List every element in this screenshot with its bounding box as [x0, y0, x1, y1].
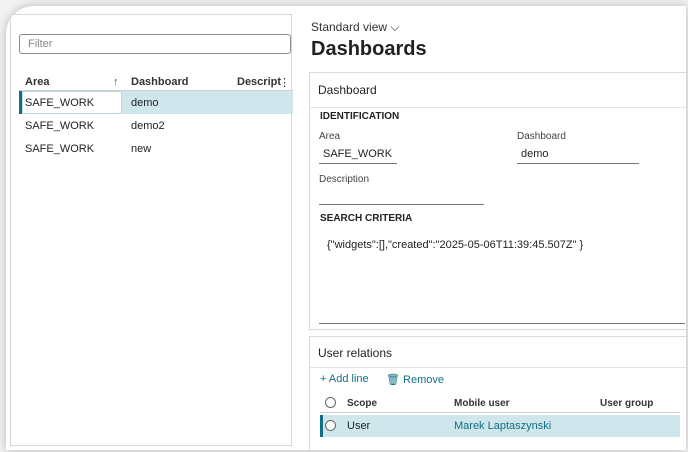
row-scope: User — [347, 420, 371, 432]
card-title: User relations — [318, 346, 393, 360]
column-header-user-group[interactable]: User group — [600, 398, 653, 409]
dashboard-list-panel: Filter Area ↑ Dashboard Descript ⋮ SAFE_… — [10, 14, 293, 446]
select-all-radio[interactable] — [325, 397, 336, 408]
row-area: SAFE_WORK — [25, 143, 95, 155]
dashboard-label: Dashboard — [517, 131, 566, 142]
card-title: Dashboard — [318, 83, 377, 97]
view-selector[interactable]: Standard view ⌵ — [311, 20, 400, 35]
column-header-area[interactable]: Area — [25, 76, 49, 88]
plus-icon: + — [320, 373, 327, 385]
row-dashboard: demo2 — [131, 120, 165, 132]
row-dashboard: demo — [131, 97, 159, 109]
view-label: Standard view — [311, 20, 388, 34]
column-header-dashboard[interactable]: Dashboard — [131, 76, 188, 88]
more-options-icon[interactable]: ⋮ — [279, 76, 290, 89]
row-area: SAFE_WORK — [25, 97, 95, 109]
search-criteria-underline — [319, 323, 685, 324]
table-row[interactable]: User Marek Laptaszynski — [320, 415, 680, 437]
list-item[interactable]: SAFE_WORK new — [19, 137, 293, 160]
add-line-label: Add line — [328, 373, 369, 385]
column-header-scope[interactable]: Scope — [347, 398, 377, 409]
list-header: Area ↑ Dashboard Descript ⋮ — [19, 71, 293, 91]
sort-ascending-icon[interactable]: ↑ — [113, 76, 119, 88]
remove-button[interactable]: 🗑 Remove — [386, 373, 444, 386]
dashboard-field[interactable]: demo — [517, 148, 639, 164]
filter-input[interactable]: Filter — [19, 34, 291, 54]
column-header-description[interactable]: Descript — [237, 76, 281, 88]
description-label: Description — [319, 174, 370, 185]
column-header-mobile-user[interactable]: Mobile user — [454, 398, 510, 409]
app-window: Filter Area ↑ Dashboard Descript ⋮ SAFE_… — [6, 6, 686, 450]
description-field[interactable] — [319, 189, 484, 205]
trash-icon: 🗑 — [386, 374, 400, 386]
row-area: SAFE_WORK — [25, 120, 95, 132]
row-dashboard: new — [131, 143, 152, 155]
add-line-button[interactable]: + Add line — [320, 373, 369, 385]
user-relations-card: User relations + Add line 🗑 Remove Scope… — [309, 336, 686, 450]
identification-heading: IDENTIFICATION — [320, 111, 400, 122]
list-item[interactable]: SAFE_WORK demo — [19, 91, 293, 114]
search-criteria-heading: SEARCH CRITERIA — [320, 213, 413, 224]
dashboard-card: Dashboard IDENTIFICATION Area SAFE_WORK … — [309, 72, 686, 330]
area-label: Area — [319, 131, 341, 142]
row-select-radio[interactable] — [325, 420, 336, 431]
row-mobile-user-link[interactable]: Marek Laptaszynski — [454, 420, 551, 432]
page-title: Dashboards — [311, 38, 427, 60]
relations-header: Scope Mobile user User group — [320, 393, 680, 413]
list-item[interactable]: SAFE_WORK demo2 — [19, 114, 293, 137]
chevron-down-icon: ⌵ — [390, 20, 400, 34]
search-criteria-text[interactable]: {"widgets":[],"created":"2025-05-06T11:3… — [327, 239, 583, 251]
area-field[interactable]: SAFE_WORK — [319, 148, 397, 164]
remove-label: Remove — [403, 374, 444, 386]
